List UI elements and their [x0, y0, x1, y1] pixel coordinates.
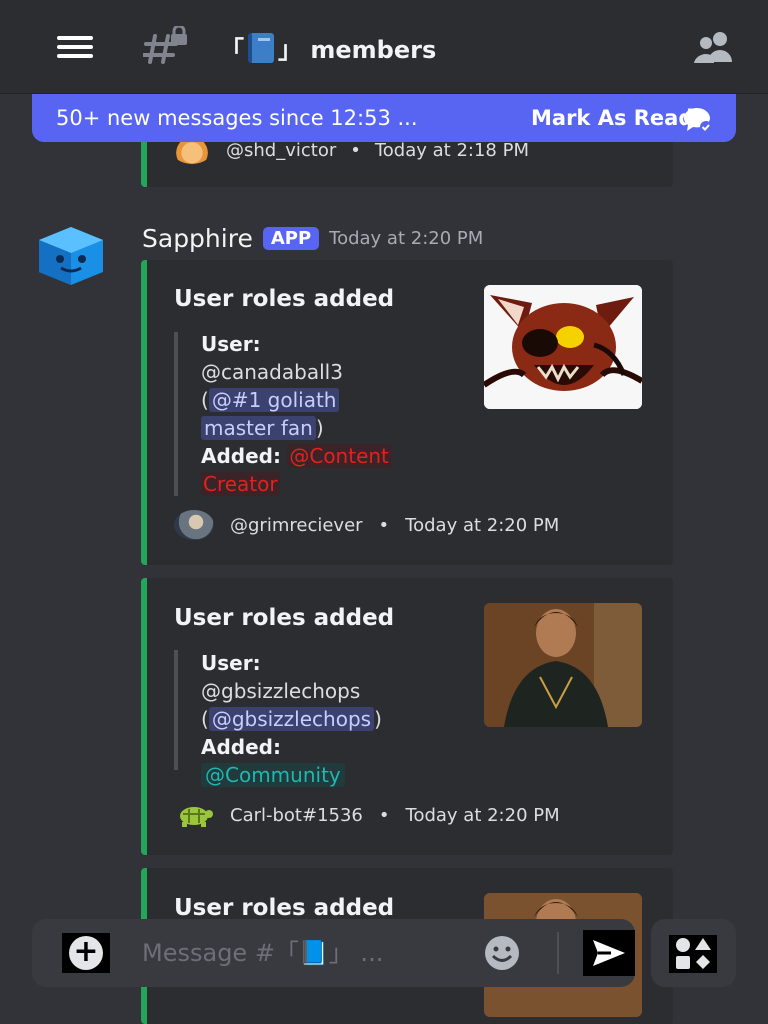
person-image-icon: [484, 603, 642, 727]
footer-separator: •: [378, 804, 390, 826]
plus-icon[interactable]: +: [62, 933, 110, 973]
role-mention-continued[interactable]: Creator: [201, 472, 280, 496]
paren-open: (: [201, 707, 209, 731]
embed-footer: Carl-bot#1536 • Today at 2:20 PM: [174, 800, 560, 830]
channel-thread-icon[interactable]: [143, 26, 191, 66]
mark-as-read-button[interactable]: Mark As Read: [531, 106, 693, 130]
message-timestamp: Today at 2:20 PM: [329, 228, 484, 249]
footer-author: Carl-bot#1536: [230, 804, 363, 826]
embed-title: User roles added: [174, 286, 395, 312]
footer-time: Today at 2:20 PM: [405, 804, 560, 826]
user-field-value: @canadaball3: [201, 360, 343, 384]
book-icon: [248, 32, 274, 63]
footer-time: Today at 2:20 PM: [405, 514, 560, 536]
embed-thumbnail[interactable]: [484, 285, 642, 409]
emoji-icon[interactable]: [478, 934, 526, 972]
added-field-label: Added:: [201, 444, 281, 468]
chat-check-icon[interactable]: [682, 106, 714, 134]
role-mention[interactable]: @Content: [287, 444, 391, 468]
channel-title-prefix: 「: [220, 36, 244, 64]
footer-author: @shd_victor: [226, 139, 337, 161]
embed-thumbnail[interactable]: [484, 603, 642, 727]
added-field-label: Added:: [201, 735, 281, 759]
embed-quote-bar: [174, 650, 178, 770]
foxy-image-icon: [484, 285, 642, 409]
send-icon[interactable]: [583, 930, 635, 976]
user-mention[interactable]: @gbsizzlechops: [208, 707, 375, 731]
user-field-label: User:: [201, 332, 261, 356]
embed-title: User roles added: [174, 895, 395, 921]
new-messages-text[interactable]: 50+ new messages since 12:53 ...: [56, 106, 418, 130]
embed-quote-bar: [174, 332, 178, 496]
role-mention[interactable]: @Community: [201, 763, 345, 787]
paren-close: ): [374, 707, 382, 731]
paren-close: ): [315, 416, 324, 440]
footer-separator: •: [350, 139, 361, 161]
user-field-label: User:: [201, 651, 261, 675]
message-input[interactable]: [142, 935, 442, 971]
embed-fields: User: @canadaball3 (@#1 goliath master f…: [201, 330, 391, 498]
embed-title: User roles added: [174, 605, 395, 631]
composer-divider: [557, 932, 559, 974]
avatar[interactable]: [36, 226, 106, 286]
new-messages-banner[interactable]: 50+ new messages since 12:53 ... Mark As…: [32, 94, 736, 142]
turtle-avatar[interactable]: [174, 800, 214, 830]
message-author[interactable]: Sapphire: [142, 224, 253, 253]
hamburger-icon[interactable]: [57, 36, 93, 60]
user-mention-continued[interactable]: master fan: [201, 416, 316, 440]
footer-separator: •: [378, 514, 390, 536]
user-field-value: @gbsizzlechops: [201, 679, 361, 703]
channel-title-text: 」 members: [278, 36, 437, 64]
apps-icon[interactable]: [669, 935, 717, 973]
embed-fields: User: @gbsizzlechops (@gbsizzlechops) Ad…: [201, 649, 382, 789]
avatar[interactable]: [174, 510, 214, 540]
members-icon[interactable]: [692, 30, 736, 64]
embed-footer: @grimreciever • Today at 2:20 PM: [174, 510, 559, 540]
channel-title[interactable]: 「 」 members: [220, 30, 436, 65]
app-badge: APP: [262, 227, 320, 250]
embed-card: User roles added User: @canadaball3 (@#1…: [141, 260, 673, 565]
footer-author: @grimreciever: [230, 514, 363, 536]
embed-card: User roles added User: @gbsizzlechops (@…: [141, 578, 673, 855]
user-mention[interactable]: @#1 goliath: [208, 388, 340, 412]
footer-time: Today at 2:18 PM: [374, 139, 529, 161]
message-header: Sapphire APP Today at 2:20 PM: [142, 224, 483, 253]
paren-open: (: [201, 388, 209, 412]
